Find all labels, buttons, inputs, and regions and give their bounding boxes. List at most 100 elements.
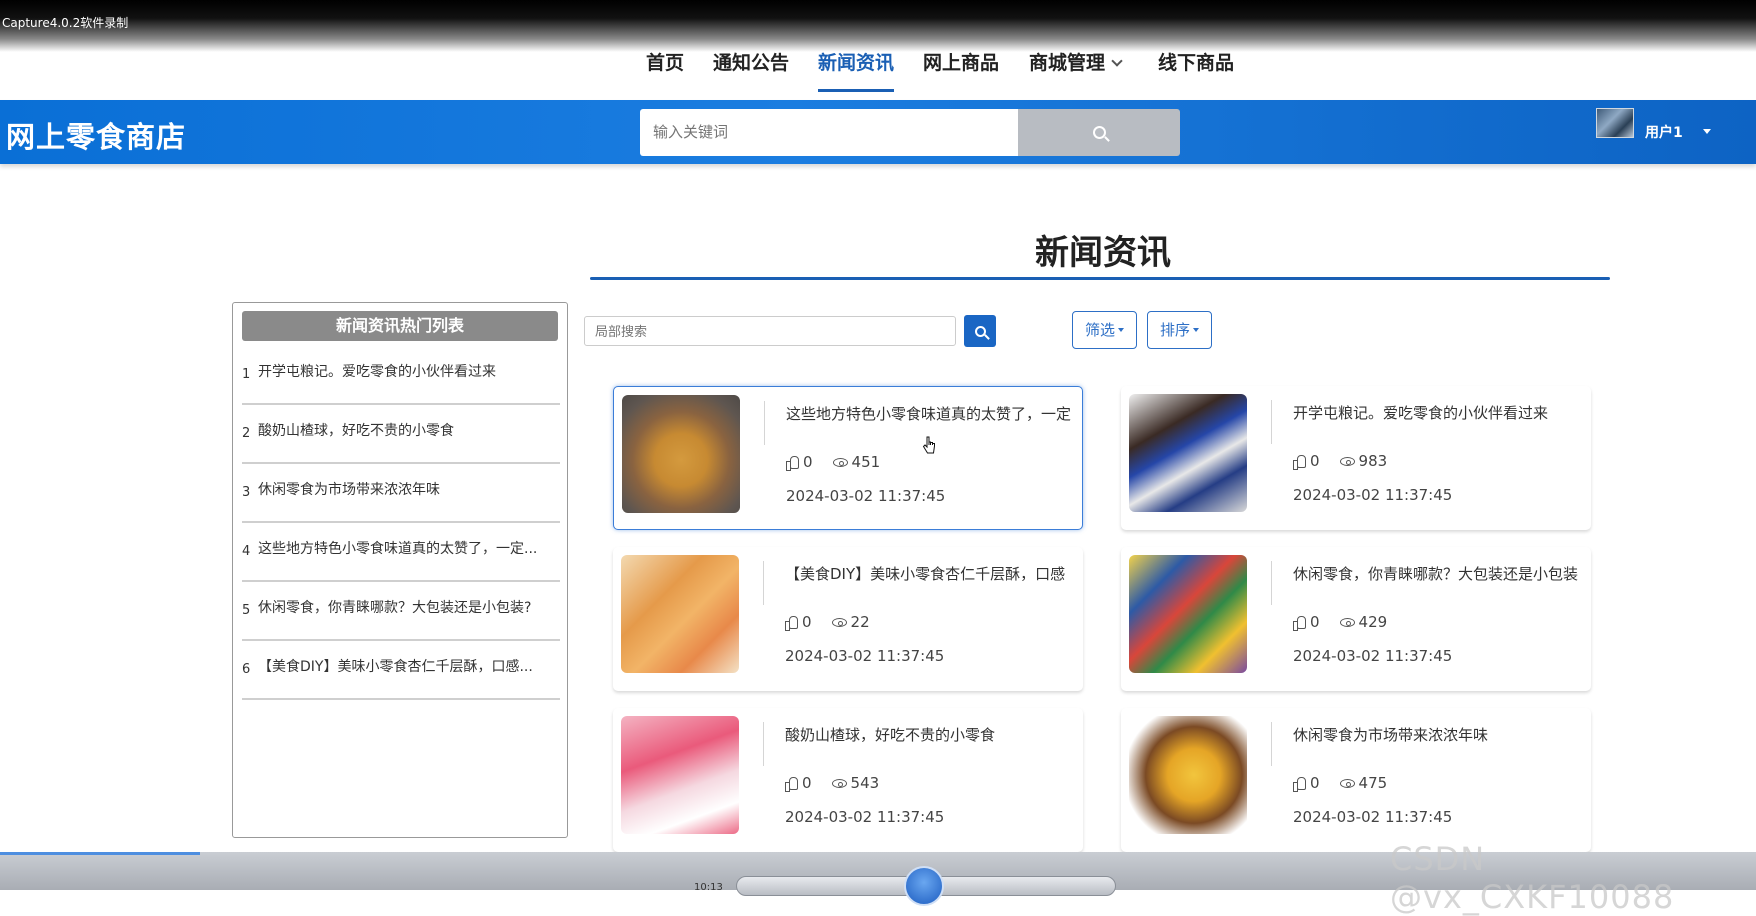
sort-label: 排序 [1160,321,1191,339]
thumbs-up-icon[interactable] [785,776,798,792]
news-meta: 0 983 [1293,452,1407,470]
thumbs-up-icon[interactable] [1293,615,1306,631]
search-icon [974,325,986,337]
chevron-down-icon [1111,55,1123,67]
news-card[interactable]: 这些地方特色小零食味道真的太赞了，一定 0 451 2024-03-02 11:… [613,386,1083,530]
local-search-button[interactable] [964,315,996,347]
news-card[interactable]: 休闲零食为市场带来浓浓年味 0 475 2024-03-02 11:37:45 [1121,708,1591,852]
list-item[interactable]: 4 这些地方特色小零食味道真的太赞了，一定... [242,524,560,582]
news-date: 2024-03-02 11:37:45 [785,808,945,826]
divider [1271,722,1272,766]
nav-news[interactable]: 新闻资讯 [818,44,895,92]
caret-down-icon[interactable] [1703,129,1711,134]
news-thumbnail[interactable] [622,395,740,513]
news-thumbnail[interactable] [621,716,739,834]
news-meta: 0 429 [1293,613,1407,631]
news-title[interactable]: 这些地方特色小零食味道真的太赞了，一定 [786,403,1082,424]
news-meta: 0 22 [785,613,890,631]
title-underline [590,277,1610,280]
caret-down-icon [1193,328,1200,332]
sidebar-title: 新闻资讯热门列表 [242,311,558,341]
capture-title: Capture4.0.2软件录制 [2,16,129,30]
news-meta: 0 543 [785,774,899,792]
eye-icon [831,617,847,627]
news-card[interactable]: 休闲零食，你青睐哪款？大包装还是小包装 0 429 2024-03-02 11:… [1121,547,1591,691]
view-count: 429 [1358,613,1388,631]
nav-offline-products[interactable]: 线下商品 [1158,44,1234,92]
thumbs-up-icon[interactable] [1293,454,1306,470]
list-item-title[interactable]: 开学屯粮记。爱吃零食的小伙伴看过来 [258,361,558,381]
search-input[interactable] [640,109,1018,156]
like-count: 0 [1310,774,1320,792]
list-item[interactable]: 3 休闲零食为市场带来浓浓年味 [242,465,560,523]
news-date: 2024-03-02 11:37:45 [1293,647,1453,665]
list-item[interactable]: 1 开学屯粮记。爱吃零食的小伙伴看过来 [242,347,560,405]
hand-cursor-icon [922,436,935,454]
news-title[interactable]: 休闲零食，你青睐哪款？大包装还是小包装 [1293,563,1589,584]
site-brand[interactable]: 网上零食商店 [6,114,186,156]
nav-mall-management-label: 商城管理 [1029,52,1106,74]
news-title[interactable]: 酸奶山楂球，好吃不贵的小零食 [785,724,1081,745]
top-navigation: 首页 通知公告 新闻资讯 网上商品 商城管理 线下商品 [0,40,1756,100]
divider [763,722,764,766]
nav-home[interactable]: 首页 [646,44,684,92]
divider [1271,561,1272,605]
news-thumbnail[interactable] [621,555,739,673]
nav-notices[interactable]: 通知公告 [713,44,789,92]
like-count: 0 [1310,613,1320,631]
page-title: 新闻资讯 [1035,233,1171,273]
filter-dropdown[interactable]: 筛选 [1072,311,1138,349]
list-item-title[interactable]: 酸奶山楂球，好吃不贵的小零食 [258,420,558,440]
list-item-number: 3 [242,485,251,500]
list-item[interactable]: 6 【美食DIY】美味小零食杏仁千层酥，口感... [242,642,560,700]
thumbs-up-icon[interactable] [785,615,798,631]
caret-down-icon [1118,328,1125,332]
news-thumbnail[interactable] [1129,716,1247,834]
list-item[interactable]: 5 休闲零食，你青睐哪款？大包装还是小包装? [242,583,560,641]
thumbs-up-icon[interactable] [1293,776,1306,792]
watermark: CSDN @vx_CXKF10088 [1390,840,1675,916]
news-card[interactable]: 开学屯粮记。爱吃零食的小伙伴看过来 0 983 2024-03-02 11:37… [1121,386,1591,530]
eye-icon [832,457,848,467]
user-name[interactable]: 用户1 [1645,122,1683,142]
list-item-number: 1 [242,367,251,382]
list-item-title[interactable]: 这些地方特色小零食味道真的太赞了，一定... [258,538,558,558]
news-title[interactable]: 休闲零食为市场带来浓浓年味 [1293,724,1589,745]
news-title[interactable]: 【美食DIY】美味小零食杏仁千层酥，口感 [785,563,1081,584]
pause-button[interactable] [904,866,944,906]
news-card[interactable]: 酸奶山楂球，好吃不贵的小零食 0 543 2024-03-02 11:37:45 [613,708,1083,852]
like-count: 0 [802,613,812,631]
nav-mall-management[interactable]: 商城管理 [1029,44,1123,92]
news-date: 2024-03-02 11:37:45 [786,487,946,505]
news-card[interactable]: 【美食DIY】美味小零食杏仁千层酥，口感 0 22 2024-03-02 11:… [613,547,1083,691]
eye-icon [831,778,847,788]
divider [1271,400,1272,444]
filter-label: 筛选 [1085,321,1116,339]
site-header: 网上零食商店 用户1 [0,100,1756,164]
news-date: 2024-03-02 11:37:45 [785,647,945,665]
list-item-title[interactable]: 【美食DIY】美味小零食杏仁千层酥，口感... [258,656,558,676]
header-search [640,109,1180,156]
news-thumbnail[interactable] [1129,555,1247,673]
sort-dropdown[interactable]: 排序 [1147,311,1213,349]
news-thumbnail[interactable] [1129,394,1247,512]
search-icon [1092,126,1106,139]
list-item-number: 5 [242,603,251,618]
list-item-title[interactable]: 休闲零食，你青睐哪款？大包装还是小包装? [258,597,558,617]
news-date: 2024-03-02 11:37:45 [1293,808,1453,826]
video-progress[interactable] [0,852,200,855]
divider [763,561,764,605]
search-button[interactable] [1018,109,1180,156]
list-item[interactable]: 2 酸奶山楂球，好吃不贵的小零食 [242,406,560,464]
local-search-input[interactable] [584,316,956,346]
news-meta: 0 475 [1293,774,1407,792]
avatar[interactable] [1596,108,1634,138]
news-title[interactable]: 开学屯粮记。爱吃零食的小伙伴看过来 [1293,402,1589,423]
list-item-title[interactable]: 休闲零食为市场带来浓浓年味 [258,479,558,499]
hot-news-sidebar: 新闻资讯热门列表 1 开学屯粮记。爱吃零食的小伙伴看过来 2 酸奶山楂球，好吃不… [232,302,568,838]
view-count: 543 [850,774,880,792]
thumbs-up-icon[interactable] [786,455,799,471]
news-meta: 0 451 [786,453,900,471]
eye-icon [1339,456,1355,466]
nav-online-products[interactable]: 网上商品 [923,44,999,92]
